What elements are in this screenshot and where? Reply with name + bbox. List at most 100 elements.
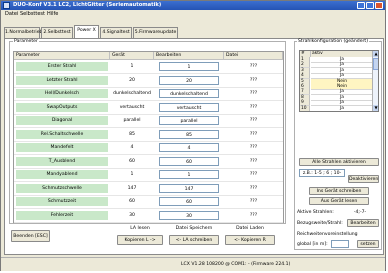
edit-value-field[interactable]: 4 bbox=[159, 143, 219, 152]
device-value: vertauscht bbox=[119, 104, 145, 110]
file-value: ??? bbox=[249, 172, 258, 177]
edit-value-field[interactable]: vertauscht bbox=[159, 102, 219, 112]
file-value: ??? bbox=[249, 77, 258, 83]
device-value: 30 bbox=[129, 212, 135, 218]
parameter-name: Schmutzzeit bbox=[16, 197, 108, 206]
parameter-group-title: Parameter bbox=[13, 39, 39, 45]
file-value: ??? bbox=[249, 118, 258, 123]
app-window: DUO-Konf V3.1 LC2, LichtGitter (Seriemau… bbox=[0, 0, 386, 271]
status-text: LCX V1.28 108200 @ COM1: - (Firmware 224… bbox=[181, 262, 291, 267]
parameter-grid: Parameter Gerät Bearbeiten Datei Erster … bbox=[13, 51, 284, 223]
edit-value-field[interactable]: 20 bbox=[159, 75, 219, 85]
column-header-parameter: Parameter bbox=[14, 52, 110, 60]
scroll-up-icon[interactable]: ▲ bbox=[373, 51, 378, 57]
read-from-device-button[interactable]: Aus Gerät lesen bbox=[309, 197, 369, 205]
status-bar: LCX V1.28 108200 @ COM1: - (Firmware 224… bbox=[1, 257, 385, 271]
edit-value-field[interactable]: 60 bbox=[159, 197, 219, 206]
edit-value-field[interactable]: 60 bbox=[159, 156, 219, 166]
tab-content: Parameter Parameter Gerät Bearbeiten Dat… bbox=[4, 38, 384, 255]
device-value: 60 bbox=[129, 158, 135, 164]
device-value: 4 bbox=[130, 145, 134, 150]
tab-normalbetrieb[interactable]: 1.Normalbetrieb bbox=[4, 27, 42, 38]
strahl-active-value[interactable]: Ja bbox=[311, 106, 373, 111]
deactivate-button[interactable]: Deaktivieren bbox=[348, 175, 379, 183]
datei-speichern-label: Datei Speichern bbox=[175, 226, 213, 231]
app-icon bbox=[3, 2, 10, 9]
edit-bezugsweite-button[interactable]: Bearbeiten bbox=[347, 219, 379, 227]
parameter-name: SwapOutputs bbox=[16, 102, 108, 112]
bezugsweite-label: Bezugsweite/Strahl: bbox=[297, 221, 343, 226]
file-value: ??? bbox=[249, 64, 258, 69]
strahl-list: # aktiv 1 Ja 2 Ja 3 Ja 4 Ja 5 Nein 6 Nein 7 Ja 8 Ja 9 Ja 1… bbox=[299, 50, 379, 112]
close-icon[interactable] bbox=[375, 2, 383, 9]
range-input[interactable]: z.B.: 1-5 ; 6 ; 10- bbox=[299, 169, 345, 177]
scroll-down-icon[interactable]: ▼ bbox=[373, 105, 378, 111]
row-separator bbox=[14, 208, 283, 209]
tab-bar: 1.Normalbetrieb 2.Selbsttest Power X 4.S… bbox=[1, 18, 385, 40]
row-separator bbox=[14, 194, 283, 196]
file-value: ??? bbox=[249, 91, 258, 96]
tab-power-x[interactable]: Power X bbox=[74, 25, 99, 38]
edit-value-field[interactable]: 30 bbox=[159, 210, 219, 220]
file-value: ??? bbox=[249, 131, 258, 137]
column-header-geraet: Gerät bbox=[110, 52, 154, 60]
minimize-icon[interactable] bbox=[357, 2, 365, 9]
edit-value-field[interactable]: 147 bbox=[159, 183, 219, 193]
column-header-datei: Datei bbox=[224, 52, 283, 60]
device-value: 147 bbox=[127, 185, 137, 191]
parameter-name: Mandyablend bbox=[16, 170, 108, 179]
strahl-config-title: Strahlkonfiguration (geändert) bbox=[297, 39, 369, 45]
tab-signaltest[interactable]: 4.Signaltest bbox=[100, 27, 132, 38]
menu-hilfe[interactable]: Hilfe bbox=[45, 10, 60, 18]
file-value: ??? bbox=[249, 104, 258, 110]
reichweite-label: Reichweitenvoreinstellung bbox=[297, 232, 358, 237]
row-separator bbox=[14, 73, 283, 74]
strahl-scrollbar[interactable]: ▲ ▼ bbox=[372, 51, 378, 111]
global-distance-input[interactable] bbox=[331, 240, 349, 248]
edit-value-field[interactable]: dunkelschaltend bbox=[159, 89, 219, 98]
device-value: parallel bbox=[123, 118, 141, 123]
device-value: 1 bbox=[130, 64, 134, 69]
set-button[interactable]: setzen bbox=[357, 240, 379, 248]
row-separator bbox=[14, 113, 283, 115]
device-value: 85 bbox=[129, 131, 135, 137]
la-write-button[interactable]: <- LA schreiben bbox=[169, 235, 219, 245]
la-lesen-label: LA lesen bbox=[130, 226, 150, 231]
file-value: ??? bbox=[249, 212, 258, 218]
parameter-name: Schmutzschwelle bbox=[16, 183, 108, 193]
menu-selbsttest[interactable]: Selbsttest bbox=[18, 10, 47, 18]
write-to-device-button[interactable]: Ins Gerät schreiben bbox=[309, 187, 369, 195]
datei-laden-label: Datei Laden bbox=[236, 226, 264, 231]
strahl-row[interactable]: 10 Ja bbox=[300, 105, 373, 111]
copy-right-button[interactable]: <- Kopieren R bbox=[225, 235, 275, 245]
active-strahlen-value: -4;-7- bbox=[353, 210, 367, 215]
edit-value-field[interactable]: 85 bbox=[159, 129, 219, 139]
parameter-group: Parameter Parameter Gerät Bearbeiten Dat… bbox=[9, 39, 286, 224]
device-value: 20 bbox=[129, 77, 135, 83]
file-value: ??? bbox=[249, 158, 258, 164]
menu-bar: Datei Selbsttest Hilfe bbox=[1, 10, 385, 18]
row-separator bbox=[14, 167, 283, 169]
scroll-thumb[interactable] bbox=[373, 58, 378, 70]
device-value: 60 bbox=[129, 199, 135, 204]
all-active-button[interactable]: Alle Strahlen aktivieren bbox=[299, 158, 379, 166]
row-separator bbox=[14, 100, 283, 101]
edit-value-field[interactable]: parallel bbox=[159, 116, 219, 125]
row-separator bbox=[14, 154, 283, 155]
edit-value-field[interactable]: 1 bbox=[159, 170, 219, 179]
tab-selbsttest[interactable]: 2.Selbsttest bbox=[41, 27, 73, 38]
parameter-name: Rel.Schaltschwelle bbox=[16, 129, 108, 139]
title-bar: DUO-Konf V3.1 LC2, LichtGitter (Seriemau… bbox=[1, 1, 385, 10]
row-separator bbox=[14, 181, 283, 182]
device-value: 1 bbox=[130, 172, 134, 177]
strahl-number: 10 bbox=[300, 105, 310, 111]
tab-firmwareupdate[interactable]: 5.Firmwareupdate bbox=[133, 27, 178, 38]
copy-left-button[interactable]: Kopieren L -> bbox=[117, 235, 163, 245]
file-value: ??? bbox=[249, 199, 258, 204]
file-value: ??? bbox=[249, 185, 258, 191]
parameter-name: Hell/Dunkelsch bbox=[16, 89, 108, 98]
edit-value-field[interactable]: 1 bbox=[159, 62, 219, 71]
active-strahlen-label: Aktive Strahlen: bbox=[297, 210, 334, 215]
maximize-icon[interactable] bbox=[366, 2, 374, 9]
quit-button[interactable]: Beenden [ESC] bbox=[11, 230, 50, 242]
